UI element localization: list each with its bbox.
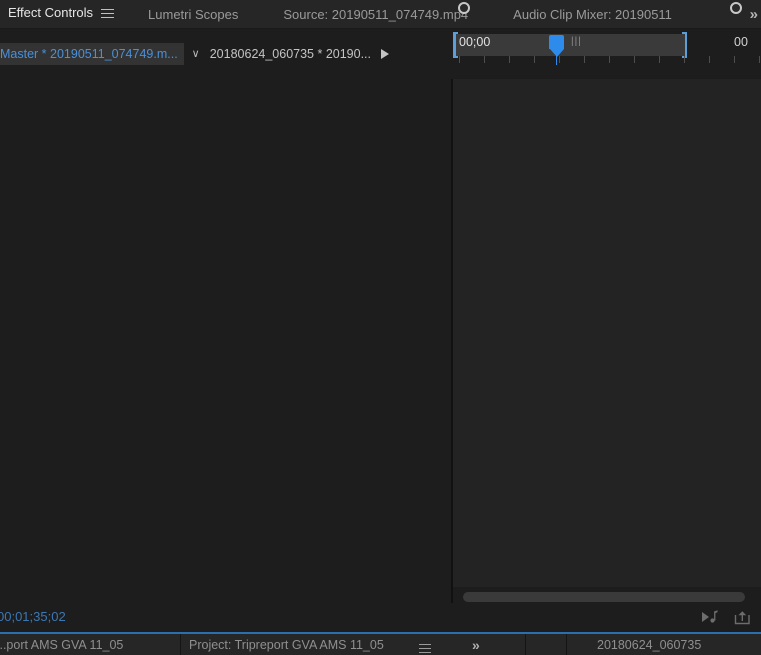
tab-source-monitor[interactable]: Source: 20190511_074749.mp4 xyxy=(283,0,469,28)
bottom-tab-source-clip[interactable]: 20180624_060735 xyxy=(597,638,701,652)
master-clip-label: Master * 20190511_074749.m... xyxy=(0,47,178,61)
keyframe-marker[interactable]: ||| xyxy=(571,37,582,47)
premiere-pro-window: Effect Controls Lumetri Scopes Source: 2… xyxy=(0,0,761,655)
effect-controls-status-bar: 00;01;35;02 xyxy=(0,605,761,634)
chevron-down-icon[interactable]: ∨ xyxy=(192,48,200,60)
current-timecode[interactable]: 00;01;35;02 xyxy=(0,609,66,624)
tab-lumetri-scopes-label: Lumetri Scopes xyxy=(148,6,239,22)
bottom-tab-divider xyxy=(525,634,526,655)
ruler-start-timecode: 00;00 xyxy=(459,35,491,49)
out-point-line xyxy=(686,32,687,58)
zoom-scrollbar-track[interactable] xyxy=(463,592,745,602)
master-clip-selector[interactable]: Master * 20190511_074749.m... xyxy=(0,43,184,65)
tab-audio-clip-mixer-label: Audio Clip Mixer: 20190511 xyxy=(513,6,672,22)
bottom-tab-divider xyxy=(180,634,181,655)
play-audio-icon[interactable] xyxy=(701,610,718,625)
ruler-tick xyxy=(584,56,585,63)
in-point-line xyxy=(455,32,456,58)
bottom-tab-divider xyxy=(566,634,567,655)
status-bar-icons xyxy=(701,610,751,625)
playhead-head xyxy=(549,35,564,49)
zoom-handle-left[interactable] xyxy=(458,2,470,14)
tab-lumetri-scopes[interactable]: Lumetri Scopes xyxy=(148,0,239,28)
bottom-tab-tripreport[interactable]: ...port AMS GVA 11_05 xyxy=(0,638,123,652)
ruler-tick xyxy=(759,56,760,63)
ruler-tick xyxy=(459,56,460,63)
hamburger-menu-icon[interactable] xyxy=(101,6,115,21)
ruler-tick xyxy=(734,56,735,63)
ruler-tick xyxy=(559,56,560,63)
bottom-tab-project[interactable]: Project: Tripreport GVA AMS 11_05 xyxy=(189,638,384,652)
playhead-marker[interactable] xyxy=(549,35,564,65)
effect-controls-keyframe-area[interactable] xyxy=(453,79,761,587)
bottom-tab-hamburger-menu-icon[interactable] xyxy=(419,641,431,655)
sequence-clip-label[interactable]: 20180624_060735 * 20190... xyxy=(210,47,371,61)
ruler-end-timecode: 00 xyxy=(734,35,748,49)
tab-effect-controls-label: Effect Controls xyxy=(8,0,93,28)
tabbar-overflow-icon[interactable]: » xyxy=(750,0,759,28)
export-frame-icon[interactable] xyxy=(734,610,751,625)
ruler-tick xyxy=(484,56,485,63)
clip-selector-bar: Master * 20190511_074749.m... ∨ 20180624… xyxy=(0,29,452,79)
play-triangle-icon[interactable] xyxy=(381,49,390,59)
effect-controls-timeline-ruler[interactable]: 00;00 00 ||| xyxy=(453,29,761,79)
panel-tab-bar: Effect Controls Lumetri Scopes Source: 2… xyxy=(0,0,761,29)
ruler-tick xyxy=(709,56,710,63)
ruler-tick xyxy=(659,56,660,63)
tab-source-monitor-label: Source: 20190511_074749.mp4 xyxy=(283,6,469,22)
effect-controls-parameter-area[interactable] xyxy=(0,79,451,600)
ruler-tick xyxy=(534,56,535,63)
timeline-zoom-scrollbar[interactable] xyxy=(453,589,761,605)
ruler-tick xyxy=(509,56,510,63)
bottom-tabbar-overflow-icon[interactable]: » xyxy=(472,637,480,653)
ruler-tick xyxy=(684,56,685,63)
effect-controls-header-row: Master * 20190511_074749.m... ∨ 20180624… xyxy=(0,29,761,79)
bottom-panel-tab-bar: ...port AMS GVA 11_05 Project: Triprepor… xyxy=(0,634,761,655)
ruler-tick-marks xyxy=(453,56,761,64)
ruler-tick xyxy=(634,56,635,63)
ruler-tick xyxy=(609,56,610,63)
tab-effect-controls[interactable]: Effect Controls xyxy=(8,0,115,28)
tab-audio-clip-mixer[interactable]: Audio Clip Mixer: 20190511 xyxy=(513,0,672,28)
zoom-handle-right[interactable] xyxy=(730,2,742,14)
